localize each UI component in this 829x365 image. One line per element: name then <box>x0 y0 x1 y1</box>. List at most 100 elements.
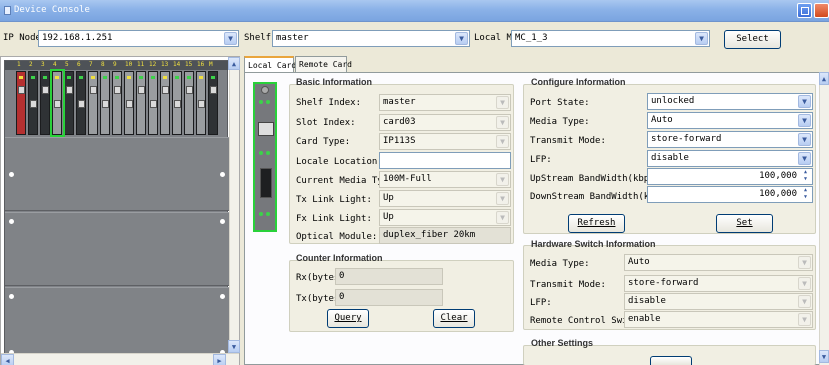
scroll-up-icon[interactable]: ▲ <box>228 57 240 70</box>
slot-card[interactable] <box>124 71 134 135</box>
port-icon <box>90 86 97 94</box>
local-mc-select[interactable]: MC_1_3 ▼ <box>511 30 710 47</box>
hw-lfp-value: disable <box>628 296 666 306</box>
led-indicator <box>31 76 35 79</box>
set-button[interactable]: Set <box>716 214 773 233</box>
slot-card[interactable] <box>172 71 182 135</box>
led-indicator <box>151 76 155 79</box>
shelf-indicator <box>220 219 225 224</box>
ip-node-value: 192.168.1.251 <box>42 33 113 43</box>
slot-number-11: 11 <box>137 61 145 68</box>
chevron-down-icon[interactable]: ▼ <box>798 152 811 165</box>
slot-card[interactable] <box>136 71 146 135</box>
fiber-port-icon <box>260 168 272 198</box>
port-icon <box>78 100 85 108</box>
clear-button[interactable]: Clear <box>433 309 475 328</box>
scroll-left-icon[interactable]: ◀ <box>1 354 14 365</box>
slot-card[interactable] <box>160 71 170 135</box>
downstream-bandwidth-spinner[interactable]: 100,000 ▲ ▼ <box>647 186 813 203</box>
close-button[interactable] <box>814 3 829 18</box>
ip-node-select[interactable]: 192.168.1.251 ▼ <box>38 30 239 47</box>
port-icon <box>18 86 25 94</box>
content-vertical-scrollbar[interactable]: ▲ ▼ <box>819 72 829 365</box>
chevron-down-icon[interactable]: ▼ <box>455 32 468 45</box>
spin-up-icon[interactable]: ▲ <box>800 169 811 176</box>
rj45-port-icon <box>258 122 274 136</box>
chevron-down-icon[interactable]: ▼ <box>798 95 811 108</box>
slot-number-6: 6 <box>77 61 81 68</box>
remote-control-switch-value: enable <box>628 314 661 324</box>
chevron-down-icon: ▼ <box>496 192 509 205</box>
scroll-up-icon[interactable]: ▲ <box>819 72 829 85</box>
lfp-select[interactable]: disable ▼ <box>647 150 813 167</box>
port-icon <box>114 86 121 94</box>
scroll-down-icon[interactable]: ▼ <box>228 340 240 353</box>
shelf-indicator <box>220 294 225 299</box>
slot-number-9: 9 <box>113 61 117 68</box>
shelf-indicator <box>9 294 14 299</box>
slot-card[interactable] <box>100 71 110 135</box>
chevron-down-icon: ▼ <box>496 96 509 109</box>
empty-shelf-2 <box>5 212 229 286</box>
media-type-select[interactable]: Auto ▼ <box>647 112 813 129</box>
shelf-indicator <box>9 172 14 177</box>
rx-bytes-field: 0 <box>335 268 443 285</box>
select-button[interactable]: Select <box>724 30 781 49</box>
chevron-down-icon[interactable]: ▼ <box>695 32 708 45</box>
chevron-down-icon: ▼ <box>798 277 811 290</box>
tx-link-light-select: Up ▼ <box>379 190 511 207</box>
transmit-mode-label: Transmit Mode: <box>530 136 606 146</box>
chassis-horizontal-scrollbar[interactable]: ◀ ▶ <box>1 353 239 365</box>
current-media-type-value: 100M-Full <box>383 174 432 184</box>
spin-up-icon[interactable]: ▲ <box>800 187 811 194</box>
spin-down-icon[interactable]: ▼ <box>800 176 811 183</box>
port-icon <box>162 86 169 94</box>
tab-remote-card[interactable]: Remote Card <box>295 56 352 72</box>
slot-card[interactable] <box>28 71 38 135</box>
slot-card[interactable] <box>40 71 50 135</box>
chassis-vertical-scrollbar[interactable]: ▲ ▼ <box>228 57 240 353</box>
shelf-value: master <box>276 33 309 43</box>
led-indicator <box>163 76 167 79</box>
slot-index-label: Slot Index: <box>296 118 356 128</box>
slot-number-13: 13 <box>161 61 169 68</box>
chevron-down-icon[interactable]: ▼ <box>798 133 811 146</box>
scroll-down-icon[interactable]: ▼ <box>819 350 829 363</box>
query-button[interactable]: Query <box>327 309 369 328</box>
transmit-mode-select[interactable]: store-forward ▼ <box>647 131 813 148</box>
chevron-down-icon[interactable]: ▼ <box>224 32 237 45</box>
refresh-button[interactable]: Refresh <box>568 214 625 233</box>
slot-card[interactable] <box>112 71 122 135</box>
shelf-select[interactable]: master ▼ <box>272 30 470 47</box>
slot-card[interactable] <box>76 71 86 135</box>
restore-button[interactable] <box>797 3 812 18</box>
tab-local-card[interactable]: Local Card <box>244 56 296 73</box>
slot-card[interactable] <box>196 71 206 135</box>
led-indicator <box>175 76 179 79</box>
chassis-shelf: 1 2 3 4 5 6 7 8 9 10 11 12 13 14 15 16 M <box>4 60 229 355</box>
other-settings-button[interactable] <box>650 356 692 365</box>
local-mc-value: MC_1_3 <box>515 33 548 43</box>
led-indicator <box>43 76 47 79</box>
slot-card[interactable] <box>88 71 98 135</box>
slot-card[interactable] <box>16 71 26 135</box>
shelf-index-value: master <box>383 97 416 107</box>
app-icon <box>4 6 11 15</box>
card-type-select: IP113S ▼ <box>379 133 511 150</box>
slot-card[interactable] <box>184 71 194 135</box>
slot-card[interactable] <box>208 71 218 135</box>
chevron-down-icon[interactable]: ▼ <box>798 114 811 127</box>
led-indicator <box>259 212 263 216</box>
locale-location-input[interactable] <box>379 152 511 169</box>
lfp-value: disable <box>651 153 689 163</box>
port-state-select[interactable]: unlocked ▼ <box>647 93 813 110</box>
led-indicator <box>67 76 71 79</box>
slot-card[interactable] <box>64 71 74 135</box>
scroll-right-icon[interactable]: ▶ <box>213 354 226 365</box>
card-type-value: IP113S <box>383 136 416 146</box>
slot-number-1: 1 <box>17 61 21 68</box>
upstream-bandwidth-spinner[interactable]: 100,000 ▲ ▼ <box>647 168 813 185</box>
slot-card[interactable] <box>148 71 158 135</box>
hw-transmit-mode-label: Transmit Mode: <box>530 280 606 290</box>
spin-down-icon[interactable]: ▼ <box>800 194 811 201</box>
